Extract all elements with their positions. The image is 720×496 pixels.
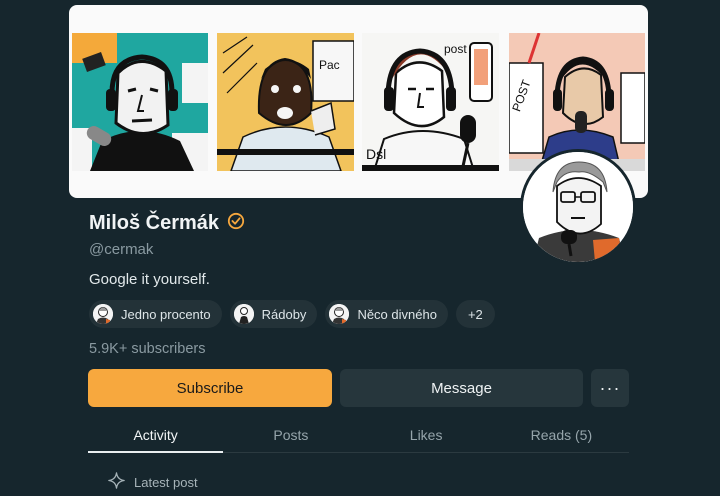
avatar-icon bbox=[329, 304, 350, 324]
message-button[interactable]: Message bbox=[340, 369, 583, 407]
publication-chip-neco-divneho[interactable]: Něco divného bbox=[325, 300, 448, 328]
banner-panel3-sign: Dsl bbox=[366, 146, 386, 162]
subscriber-count: 5.9K+ subscribers bbox=[89, 341, 206, 357]
subscribe-button[interactable]: Subscribe bbox=[88, 369, 332, 407]
banner-panel2-text: Pac bbox=[319, 58, 340, 72]
tab-activity[interactable]: Activity bbox=[88, 418, 224, 453]
banner-illustration-1 bbox=[72, 33, 208, 171]
publication-label: Jedno procento bbox=[121, 306, 211, 322]
profile-name: Miloš Čermák bbox=[89, 212, 220, 234]
avatar-icon bbox=[93, 304, 113, 324]
publications-list: Jedno procento Rádoby Něco divného +2 bbox=[89, 300, 495, 328]
more-publications-chip[interactable]: +2 bbox=[455, 300, 495, 328]
profile-bio: Google it yourself. bbox=[89, 271, 210, 288]
latest-post-header: Latest post bbox=[108, 472, 198, 492]
profile-tabs: Activity Posts Likes Reads (5) bbox=[88, 418, 629, 453]
profile-avatar[interactable] bbox=[520, 149, 636, 265]
tab-posts[interactable]: Posts bbox=[223, 418, 358, 452]
profile-name-row: Miloš Čermák bbox=[89, 212, 245, 235]
publication-chip-radoby[interactable]: Rádoby bbox=[229, 300, 318, 328]
tab-likes[interactable]: Likes bbox=[359, 418, 494, 452]
banner-illustration-2: Pac bbox=[217, 33, 354, 171]
latest-post-label: Latest post bbox=[134, 474, 198, 490]
avatar-icon bbox=[233, 304, 254, 324]
tab-reads[interactable]: Reads (5) bbox=[494, 418, 629, 452]
verified-badge-icon bbox=[227, 212, 245, 235]
more-options-button[interactable]: ··· bbox=[591, 369, 629, 407]
banner-panel3-word: post bbox=[444, 42, 467, 56]
profile-handle: @cermak bbox=[89, 241, 154, 258]
publication-label: Rádoby bbox=[261, 306, 307, 322]
publication-label: Něco divného bbox=[357, 306, 437, 322]
publication-chip-jedno-procento[interactable]: Jedno procento bbox=[89, 300, 222, 328]
banner-illustration-3: post Dsl bbox=[362, 33, 499, 171]
sparkle-icon bbox=[108, 472, 125, 492]
